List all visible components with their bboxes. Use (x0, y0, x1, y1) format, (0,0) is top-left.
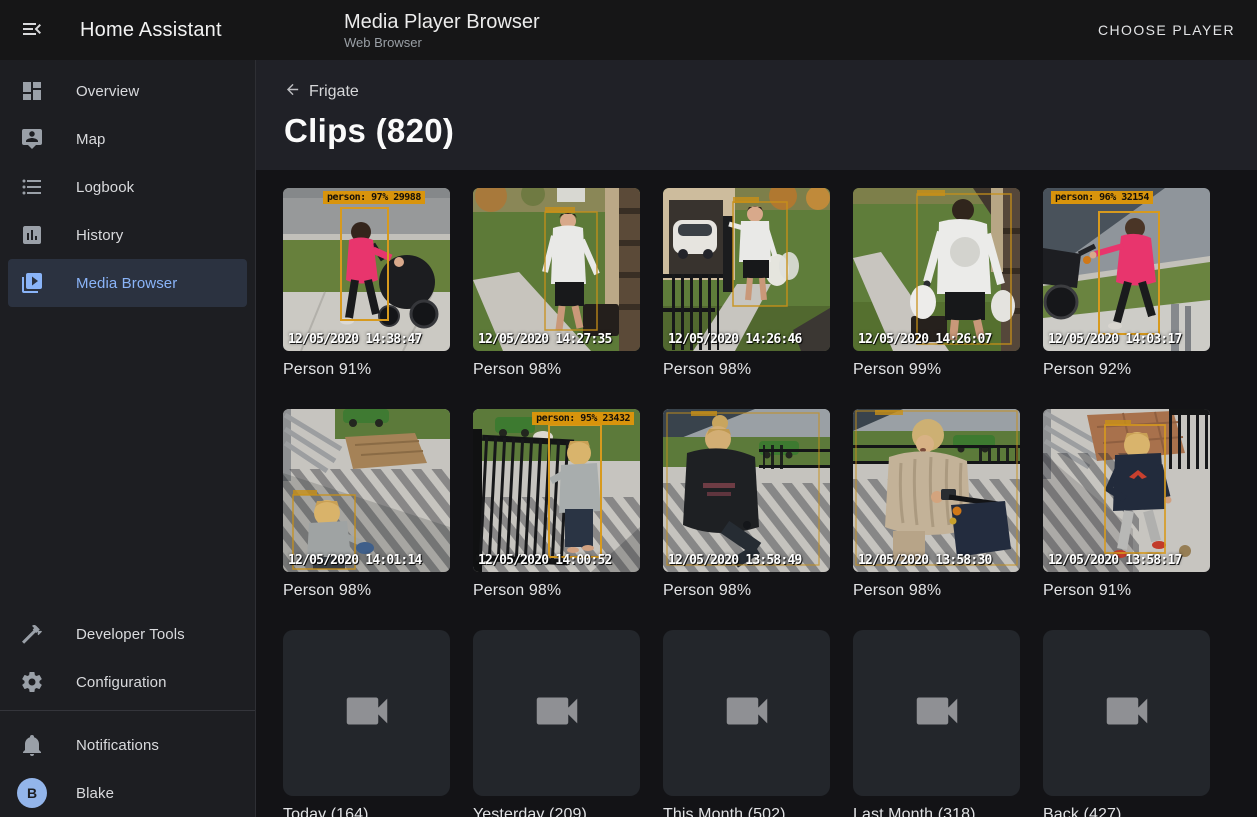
sidebar-item-media-browser[interactable]: Media Browser (8, 259, 247, 307)
folder-label: Today (164) (283, 805, 450, 817)
sidebar-item-logbook[interactable]: Logbook (8, 163, 247, 211)
timestamp-overlay: 12/05/2020 14:26:46 (668, 332, 802, 347)
sidebar-item-developer-tools[interactable]: Developer Tools (8, 610, 247, 658)
sidebar-item-configuration[interactable]: Configuration (8, 658, 247, 706)
avatar: B (17, 778, 47, 808)
clip-card[interactable]: person: 95% 23432 12/05/2020 14:00:52 Pe… (473, 409, 640, 600)
folder-card-today[interactable]: Today (164) (283, 630, 450, 817)
clip-caption: Person 91% (1043, 581, 1210, 600)
clip-thumbnail: 12/05/2020 14:26:46 (663, 188, 830, 351)
clip-card[interactable]: 12/05/2020 14:27:35 Person 98% (473, 188, 640, 379)
sidebar: Overview Map Logbook History Media Brows… (0, 60, 256, 817)
video-camera-icon (530, 684, 584, 743)
timestamp-overlay: 12/05/2020 14:01:14 (288, 553, 422, 568)
timestamp-overlay: 12/05/2020 14:00:52 (478, 553, 612, 568)
clip-card[interactable]: person: 96% 32154 12/05/2020 14:03:17 Pe… (1043, 188, 1210, 379)
clip-thumbnail: 12/05/2020 14:01:14 (283, 409, 450, 572)
clip-caption: Person 98% (473, 581, 640, 600)
clip-card[interactable]: 12/05/2020 14:26:46 Person 98% (663, 188, 830, 379)
clip-thumbnail: person: 97% 29988 12/05/2020 14:38:47 (283, 188, 450, 351)
sidebar-item-notifications[interactable]: Notifications (8, 721, 247, 769)
gear-icon (20, 670, 44, 694)
clips-grid: person: 97% 29988 12/05/2020 14:38:47 Pe… (256, 170, 1257, 817)
clip-thumbnail: 12/05/2020 13:58:30 (853, 409, 1020, 572)
clip-caption: Person 98% (473, 360, 640, 379)
logbook-list-icon (20, 175, 44, 199)
folder-label: Yesterday (209) (473, 805, 640, 817)
app-title: Home Assistant (80, 19, 222, 42)
clip-thumbnail: 12/05/2020 13:58:17 (1043, 409, 1210, 572)
timestamp-overlay: 12/05/2020 14:38:47 (288, 332, 422, 347)
clip-card[interactable]: 12/05/2020 14:26:07 Person 99% (853, 188, 1020, 379)
timestamp-overlay: 12/05/2020 14:27:35 (478, 332, 612, 347)
timestamp-overlay: 12/05/2020 13:58:17 (1048, 553, 1182, 568)
map-account-icon (20, 127, 44, 151)
clip-card[interactable]: 12/05/2020 13:58:30 Person 98% (853, 409, 1020, 600)
content-header: Frigate Clips (820) (256, 60, 1257, 170)
folder-label: Last Month (318) (853, 805, 1020, 817)
clip-caption: Person 99% (853, 360, 1020, 379)
timestamp-overlay: 12/05/2020 13:58:30 (858, 553, 992, 568)
folder-card-this-month[interactable]: This Month (502) (663, 630, 830, 817)
clip-thumbnail: person: 95% 23432 12/05/2020 14:00:52 (473, 409, 640, 572)
timestamp-overlay: 12/05/2020 14:26:07 (858, 332, 992, 347)
folder-tile (1043, 630, 1210, 796)
folder-tile (473, 630, 640, 796)
media-player-title: Media Player Browser (344, 10, 540, 34)
folder-card-last-month[interactable]: Last Month (318) (853, 630, 1020, 817)
folder-tile (283, 630, 450, 796)
clip-card[interactable]: 12/05/2020 14:01:14 Person 98% (283, 409, 450, 600)
clip-thumbnail: 12/05/2020 13:58:49 (663, 409, 830, 572)
folder-tile (853, 630, 1020, 796)
app-header: Home Assistant Media Player Browser Web … (0, 0, 1257, 60)
detection-label: person: 95% 23432 (532, 412, 634, 425)
clip-caption: Person 91% (283, 360, 450, 379)
video-camera-icon (910, 684, 964, 743)
sidebar-item-history[interactable]: History (8, 211, 247, 259)
sidebar-item-map[interactable]: Map (8, 115, 247, 163)
clip-card[interactable]: 12/05/2020 13:58:17 Person 91% (1043, 409, 1210, 600)
clip-thumbnail: 12/05/2020 14:27:35 (473, 188, 640, 351)
clip-thumbnail: person: 96% 32154 12/05/2020 14:03:17 (1043, 188, 1210, 351)
folder-label: This Month (502) (663, 805, 830, 817)
user-name: Blake (76, 785, 114, 802)
video-camera-icon (720, 684, 774, 743)
clip-caption: Person 98% (663, 581, 830, 600)
clip-caption: Person 98% (283, 581, 450, 600)
folder-card-back[interactable]: Back (427) (1043, 630, 1210, 817)
folder-card-yesterday[interactable]: Yesterday (209) (473, 630, 640, 817)
timestamp-overlay: 12/05/2020 13:58:49 (668, 553, 802, 568)
video-camera-icon (340, 684, 394, 743)
timestamp-overlay: 12/05/2020 14:03:17 (1048, 332, 1182, 347)
folder-label: Back (427) (1043, 805, 1210, 817)
clip-card[interactable]: 12/05/2020 13:58:49 Person 98% (663, 409, 830, 600)
clip-thumbnail: 12/05/2020 14:26:07 (853, 188, 1020, 351)
media-player-header: Media Player Browser Web Browser (344, 10, 540, 50)
clip-caption: Person 98% (853, 581, 1020, 600)
media-browser-icon (20, 271, 44, 295)
menu-open-icon (20, 17, 44, 44)
media-browser-panel: Frigate Clips (820) (256, 60, 1257, 817)
breadcrumb-back[interactable]: Frigate (284, 81, 359, 103)
sidebar-divider (0, 710, 255, 711)
clip-caption: Person 98% (663, 360, 830, 379)
breadcrumb-label: Frigate (309, 83, 359, 101)
detection-label: person: 97% 29988 (323, 191, 425, 204)
sidebar-item-overview[interactable]: Overview (8, 67, 247, 115)
sidebar-item-user-profile[interactable]: B Blake (8, 769, 247, 817)
video-camera-icon (1100, 684, 1154, 743)
media-player-subtitle: Web Browser (344, 35, 540, 50)
clip-card[interactable]: person: 97% 29988 12/05/2020 14:38:47 Pe… (283, 188, 450, 379)
arrow-left-icon (284, 81, 301, 103)
folder-tile (663, 630, 830, 796)
dashboard-icon (20, 79, 44, 103)
hammer-icon (20, 622, 44, 646)
clip-caption: Person 92% (1043, 360, 1210, 379)
page-title: Clips (820) (284, 112, 1233, 150)
bell-icon (20, 733, 44, 757)
choose-player-button[interactable]: CHOOSE PLAYER (1090, 12, 1243, 48)
detection-label: person: 96% 32154 (1051, 191, 1153, 204)
sidebar-toggle-button[interactable] (8, 6, 56, 54)
history-chart-icon (20, 223, 44, 247)
